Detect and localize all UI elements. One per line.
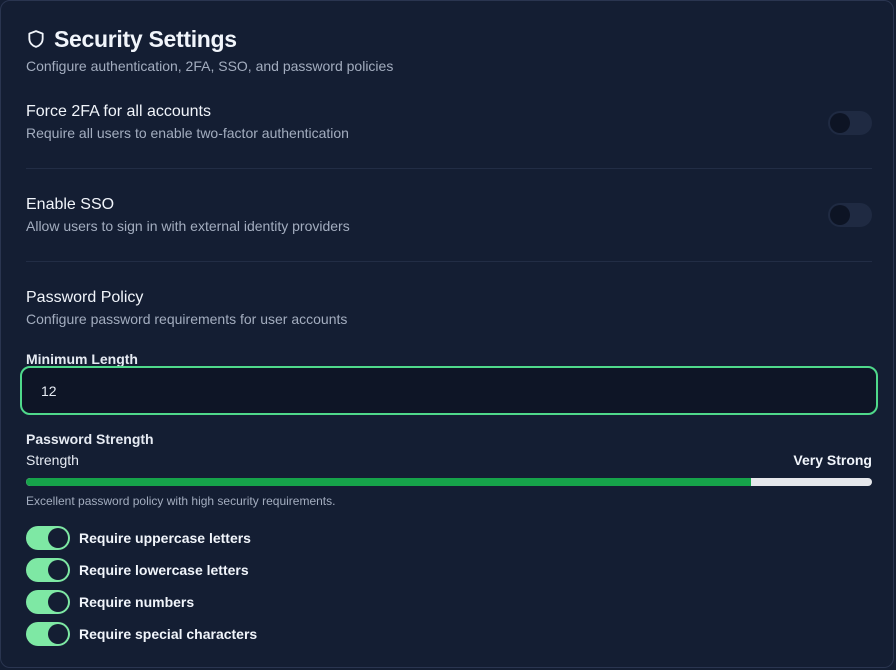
requirement-numbers: Require numbers — [26, 590, 194, 614]
uppercase-toggle[interactable] — [26, 526, 70, 550]
shield-icon — [26, 29, 46, 49]
strength-value: Very Strong — [793, 452, 872, 468]
divider — [26, 261, 872, 262]
page-title: Security Settings — [54, 25, 237, 52]
title-row: Security Settings — [26, 25, 393, 53]
toggle-knob — [48, 624, 68, 644]
password-policy-section: Password Policy Configure password requi… — [26, 289, 872, 327]
strength-label: Strength — [26, 452, 79, 468]
numbers-toggle[interactable] — [26, 590, 70, 614]
password-policy-title: Password Policy — [26, 289, 144, 306]
requirement-uppercase: Require uppercase letters — [26, 526, 251, 550]
strength-bar — [26, 478, 872, 486]
force-2fa-toggle[interactable] — [828, 111, 872, 135]
toggle-knob — [48, 592, 68, 612]
setting-description: Allow users to sign in with external ide… — [26, 218, 350, 234]
divider — [26, 168, 872, 169]
setting-enable-sso: Enable SSO Allow users to sign in with e… — [26, 196, 872, 234]
requirement-special: Require special characters — [26, 622, 257, 646]
strength-bar-fill — [26, 478, 752, 486]
toggle-knob — [48, 560, 68, 580]
enable-sso-toggle[interactable] — [828, 203, 872, 227]
setting-description: Require all users to enable two-factor a… — [26, 125, 349, 141]
setting-title: Force 2FA for all accounts — [26, 103, 211, 120]
strength-row: Strength Very Strong — [26, 452, 872, 468]
special-characters-toggle[interactable] — [26, 622, 70, 646]
min-length-field-wrapper — [20, 366, 878, 415]
toggle-knob — [830, 113, 850, 133]
page-subtitle: Configure authentication, 2FA, SSO, and … — [26, 58, 394, 74]
header: Security Settings Configure authenticati… — [26, 25, 394, 75]
min-length-input[interactable] — [24, 370, 874, 411]
setting-force-2fa: Force 2FA for all accounts Require all u… — [26, 103, 872, 141]
strength-hint: Excellent password policy with high secu… — [26, 494, 336, 508]
requirement-label: Require special characters — [79, 626, 258, 642]
min-length-label: Minimum Length — [26, 351, 138, 367]
requirement-lowercase: Require lowercase letters — [26, 558, 249, 582]
toggle-knob — [48, 528, 68, 548]
password-policy-description: Configure password requirements for user… — [26, 311, 348, 327]
requirement-label: Require numbers — [79, 594, 195, 610]
requirement-label: Require lowercase letters — [79, 562, 249, 578]
password-strength-heading: Password Strength — [26, 431, 154, 447]
security-settings-card: Security Settings Configure authenticati… — [0, 0, 894, 668]
toggle-knob — [830, 205, 850, 225]
requirement-label: Require uppercase letters — [79, 530, 251, 546]
setting-title: Enable SSO — [26, 196, 115, 213]
lowercase-toggle[interactable] — [26, 558, 70, 582]
